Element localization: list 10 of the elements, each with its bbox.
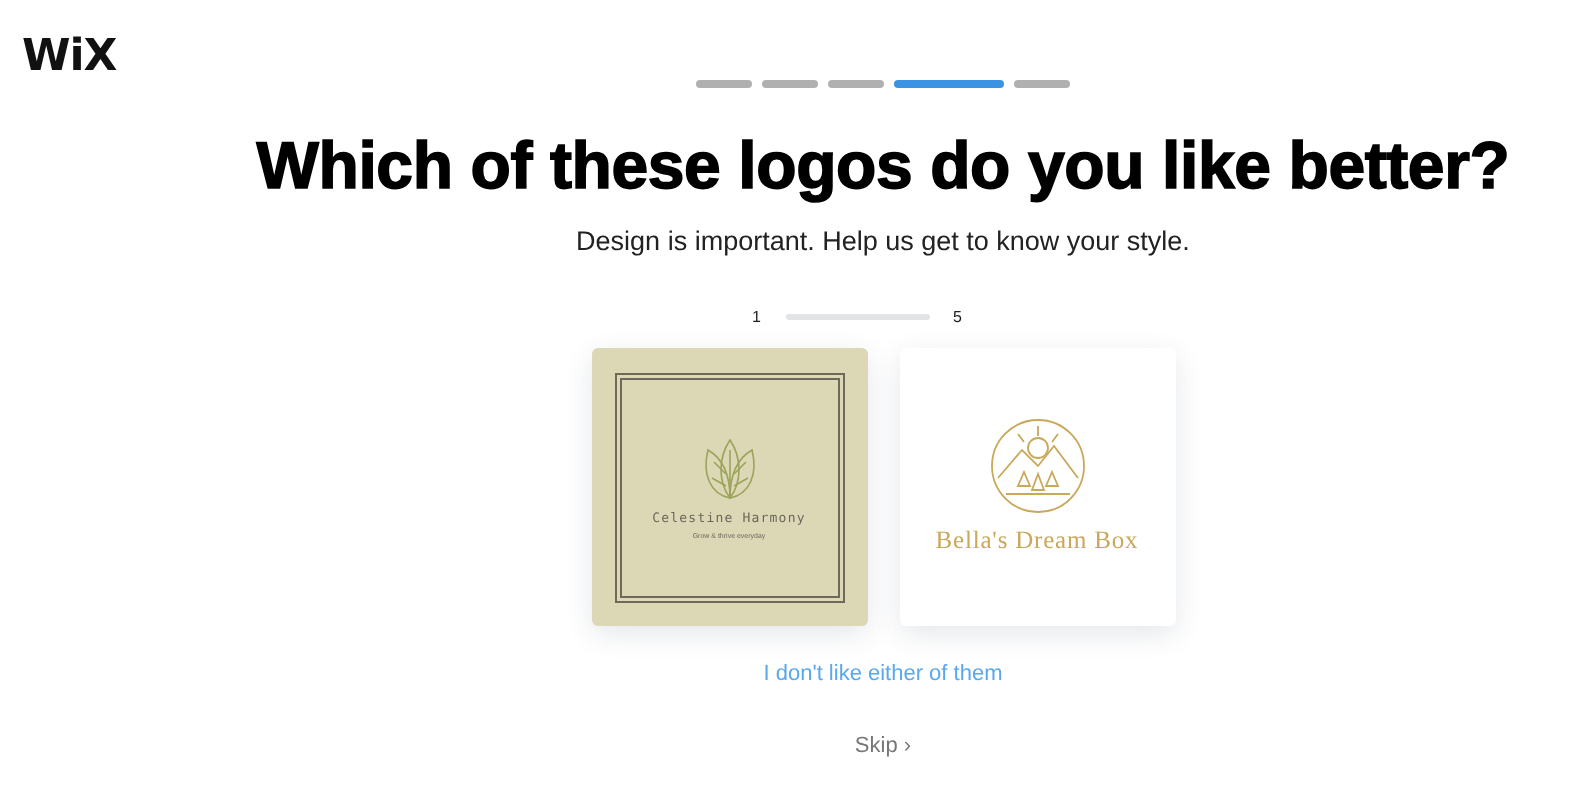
mountain-emblem-icon	[989, 418, 1085, 514]
skip-button[interactable]: Skip ›	[854, 734, 912, 758]
scale-min: 1	[752, 308, 761, 326]
neither-link[interactable]: I don't like either of them	[763, 662, 1003, 686]
page-title: Which of these logos do you like better?	[256, 128, 1510, 204]
logo-name: Bella's Dream Box	[935, 526, 1139, 556]
logo-card[interactable]: Bella's Dream Box	[899, 348, 1175, 626]
brand-logo[interactable]: WiX	[22, 32, 117, 82]
scale-max: 5	[953, 308, 962, 326]
page-subtitle: Design is important. Help us get to know your style.	[576, 226, 1190, 256]
